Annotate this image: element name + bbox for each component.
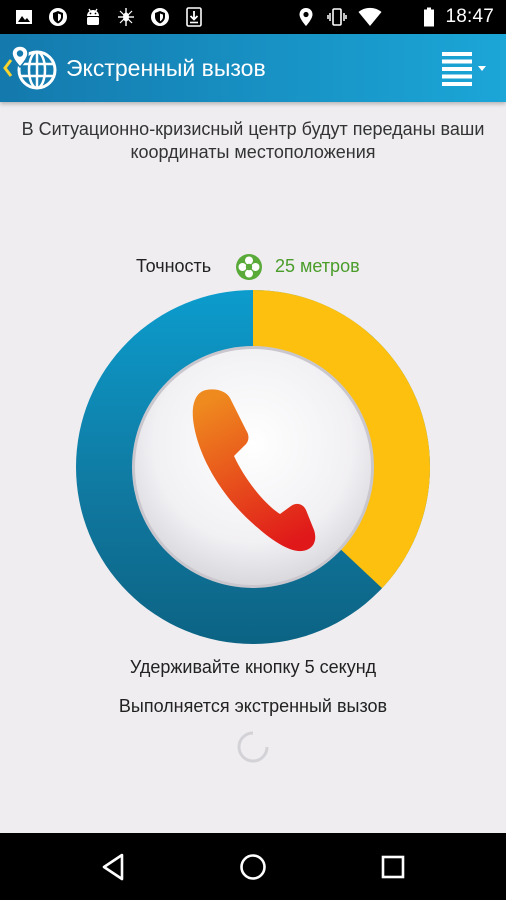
vpn-shield-icon (151, 8, 169, 26)
android-icon (87, 8, 99, 25)
clock: 18:47 (445, 6, 494, 27)
location-icon (299, 8, 313, 26)
info-message: В Ситуационно-кризисный центр будут пере… (21, 119, 485, 162)
accuracy-cross-icon (236, 254, 262, 280)
phone-icon (192, 389, 316, 552)
app-bar: Экстренный вызов (0, 34, 506, 102)
wifi-icon (358, 7, 382, 26)
accuracy-value: 25 метров (275, 256, 360, 276)
nav-bar (0, 833, 506, 900)
hold-instruction: Удерживайте кнопку 5 секунд (129, 657, 377, 677)
vpn-shield-icon (49, 8, 67, 26)
call-status: Выполняется экстренный вызов (118, 696, 388, 716)
vibrate-icon (327, 8, 347, 26)
home-icon[interactable] (235, 849, 271, 885)
loading-spinner-icon (237, 731, 269, 763)
bug-icon (118, 8, 134, 26)
back-icon[interactable] (95, 849, 131, 885)
recents-icon[interactable] (375, 849, 411, 885)
accuracy-row: Точность 25 метров (0, 252, 506, 282)
emergency-call-button[interactable] (134, 348, 372, 586)
battery-icon (424, 7, 434, 27)
gallery-icon (16, 10, 32, 24)
page-title: Экстренный вызов (66, 55, 266, 81)
menu-button[interactable] (442, 52, 490, 86)
download-icon (186, 7, 202, 27)
status-bar: 18:47 (0, 0, 506, 34)
globe-location-icon[interactable] (10, 44, 60, 92)
accuracy-label: Точность (136, 256, 212, 276)
